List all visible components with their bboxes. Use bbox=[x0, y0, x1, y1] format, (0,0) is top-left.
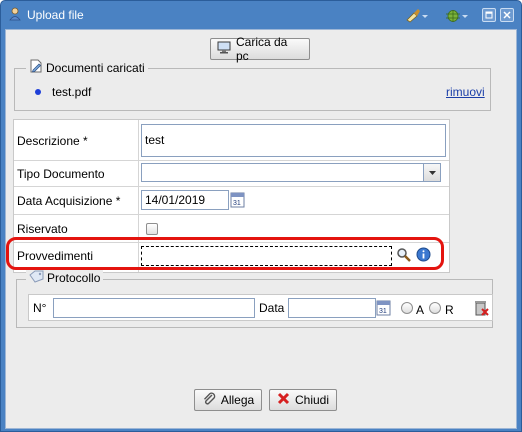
close-window-button[interactable] bbox=[500, 8, 514, 22]
svg-text:31: 31 bbox=[379, 308, 387, 315]
descrizione-label: Descrizione * bbox=[17, 134, 88, 148]
row-descrizione: Descrizione * bbox=[14, 120, 449, 161]
riservato-checkbox[interactable] bbox=[146, 223, 158, 235]
window-titlebar[interactable]: Upload file bbox=[1, 1, 521, 29]
row-tipo-documento: Tipo Documento bbox=[14, 161, 449, 187]
protocollo-label: Protocollo bbox=[47, 271, 101, 285]
trash-clear-icon[interactable] bbox=[473, 299, 489, 320]
provvedimenti-highlight bbox=[6, 237, 444, 270]
tag-icon bbox=[29, 270, 44, 286]
radio-r-label: R bbox=[445, 303, 454, 317]
radio-a[interactable] bbox=[401, 302, 413, 314]
data-acquisizione-label: Data Acquisizione * bbox=[17, 194, 121, 208]
svg-text:31: 31 bbox=[233, 200, 241, 207]
bug-tool-icon[interactable] bbox=[445, 8, 468, 24]
dialog-content: Carica da pc Documenti caricati test.pdf… bbox=[5, 29, 517, 429]
documenti-caricati-legend: Documenti caricati bbox=[26, 59, 148, 76]
close-x-icon bbox=[277, 392, 290, 408]
radio-a-label: A bbox=[416, 303, 425, 317]
tipo-documento-select[interactable] bbox=[141, 163, 441, 182]
allega-button[interactable]: Allega bbox=[194, 389, 262, 411]
protocollo-calendar-icon[interactable]: 31 bbox=[376, 299, 391, 319]
allega-label: Allega bbox=[220, 393, 255, 407]
protocollo-row: N° Data 31 A R bbox=[28, 294, 493, 321]
chiudi-button[interactable]: Chiudi bbox=[269, 389, 337, 411]
protocollo-date-label: Data bbox=[259, 301, 285, 315]
carica-da-pc-label: Carica da pc bbox=[236, 35, 288, 63]
documenti-caricati-label: Documenti caricati bbox=[46, 60, 145, 75]
window-title: Upload file bbox=[27, 8, 84, 22]
protocollo-number-label: N° bbox=[33, 301, 47, 315]
paperclip-icon bbox=[202, 392, 216, 409]
row-data-acquisizione: Data Acquisizione * 31 bbox=[14, 187, 449, 215]
chevron-down-icon[interactable] bbox=[423, 164, 440, 181]
upload-file-window: Upload file Carica da pc Documenti caric… bbox=[0, 0, 522, 432]
protocollo-date-input[interactable] bbox=[288, 298, 376, 318]
data-acquisizione-input[interactable] bbox=[141, 190, 229, 210]
protocollo-number-input[interactable] bbox=[53, 298, 255, 318]
descrizione-input[interactable] bbox=[141, 124, 446, 157]
file-bullet-icon bbox=[35, 89, 41, 95]
brush-tool-icon[interactable] bbox=[405, 8, 428, 24]
riservato-label: Riservato bbox=[17, 222, 68, 236]
document-edit-icon bbox=[29, 59, 43, 76]
upload-user-icon bbox=[8, 7, 22, 21]
tipo-documento-label: Tipo Documento bbox=[17, 167, 105, 181]
radio-r[interactable] bbox=[429, 302, 441, 314]
carica-da-pc-button[interactable]: Carica da pc bbox=[210, 35, 310, 63]
protocollo-legend: Protocollo bbox=[26, 270, 104, 286]
calendar-icon[interactable]: 31 bbox=[230, 191, 245, 211]
computer-icon bbox=[217, 41, 231, 57]
restore-window-button[interactable] bbox=[482, 8, 496, 22]
chiudi-label: Chiudi bbox=[294, 393, 330, 407]
rimuovi-link[interactable]: rimuovi bbox=[446, 85, 485, 99]
uploaded-file-name: test.pdf bbox=[52, 85, 92, 99]
